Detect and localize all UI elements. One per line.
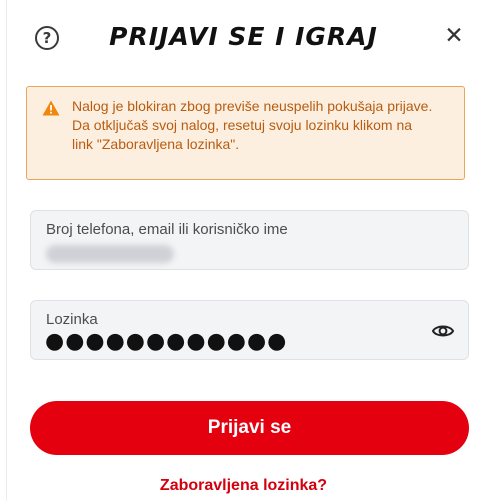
login-button[interactable]: Prijavi se xyxy=(30,401,469,455)
alert-line: link "Zaboravljena lozinka". xyxy=(72,136,240,152)
forgot-password-link[interactable]: Zaboravljena lozinka? xyxy=(0,477,487,495)
username-value-redacted xyxy=(46,245,174,263)
login-button-label: Prijavi se xyxy=(207,417,292,438)
eye-icon[interactable] xyxy=(431,319,455,343)
username-label: Broj telefona, email ili korisničko ime xyxy=(46,221,288,238)
password-field[interactable]: Lozinka ●●●●●●●●●●●● xyxy=(30,300,469,360)
close-glyph: ✕ xyxy=(444,23,464,49)
alert-line: Nalog je blokiran zbog previše neuspelih… xyxy=(72,98,433,114)
close-icon[interactable]: ✕ xyxy=(440,20,468,52)
password-label: Lozinka xyxy=(46,311,98,328)
alert-message: Nalog je blokiran zbog previše neuspelih… xyxy=(72,97,450,154)
blocked-account-alert: Nalog je blokiran zbog previše neuspelih… xyxy=(26,86,465,180)
password-masked-value: ●●●●●●●●●●●● xyxy=(45,329,288,354)
warning-icon xyxy=(42,100,60,116)
login-modal: ? PRIJAVI SE I IGRAJ ✕ Nalog je blokiran… xyxy=(0,0,487,501)
alert-line: Da otključaš svoj nalog, resetuj svoju l… xyxy=(72,117,413,133)
modal-title: PRIJAVI SE I IGRAJ xyxy=(109,22,378,51)
modal-edge-divider xyxy=(6,0,7,501)
username-field[interactable]: Broj telefona, email ili korisničko ime xyxy=(30,210,469,270)
